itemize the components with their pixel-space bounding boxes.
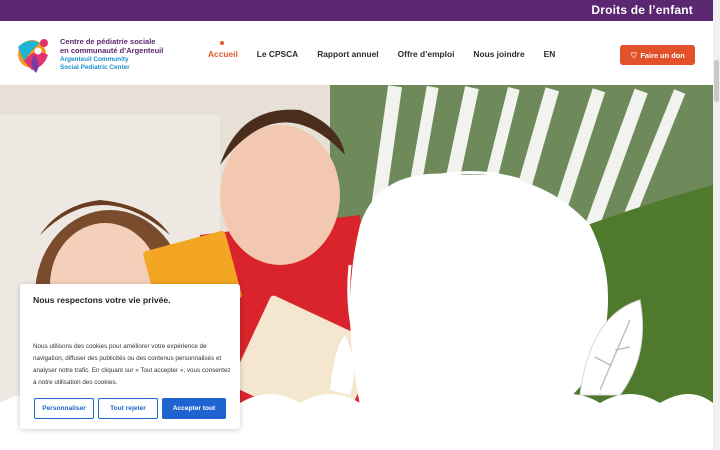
childrens-rights-link[interactable]: Droits de l’enfant — [591, 3, 693, 17]
nav-label: Accueil — [208, 49, 238, 59]
page-scrollbar[interactable] — [713, 0, 720, 450]
logo-line-3: Argenteuil Community — [60, 56, 129, 63]
main-nav: Accueil Le CPSCA Rapport annuel Offre d’… — [208, 41, 574, 59]
logo-line-2: en communauté d’Argenteuil — [60, 46, 164, 55]
cookie-body: Nous utilisons des cookies pour améliore… — [33, 343, 231, 386]
cookie-title: Nous respectons votre vie privée. — [33, 295, 171, 305]
active-dot-icon — [220, 41, 224, 45]
donate-button[interactable]: ♡ Faire un don — [620, 45, 695, 65]
nav-item-le-cpsca[interactable]: Le CPSCA — [257, 49, 298, 59]
nav-item-rapport-annuel[interactable]: Rapport annuel — [317, 49, 378, 59]
donate-label: Faire un don — [640, 50, 685, 60]
scrollbar-thumb[interactable] — [714, 60, 719, 102]
nav-label: EN — [543, 49, 556, 59]
accept-all-button[interactable]: Accepter tout — [162, 398, 226, 419]
nav-label: Nous joindre — [473, 49, 525, 59]
nav-label: Rapport annuel — [317, 49, 379, 59]
heart-icon: ♡ — [630, 50, 638, 60]
logo-icon[interactable] — [14, 35, 54, 75]
top-bar: Droits de l’enfant — [0, 0, 713, 21]
logo-line-4: Social Pediatric Center — [60, 64, 130, 71]
nav-item-nous-joindre[interactable]: Nous joindre — [473, 49, 524, 59]
logo-line-1: Centre de pédiatrie sociale — [60, 37, 156, 46]
nav-item-language-en[interactable]: EN — [544, 49, 556, 59]
cookie-consent-dialog: Nous respectons votre vie privée. Nous u… — [20, 284, 240, 429]
logo-text[interactable]: Centre de pédiatrie sociale en communaut… — [60, 37, 163, 72]
nav-item-accueil[interactable]: Accueil — [208, 41, 238, 59]
nav-item-offre-emploi[interactable]: Offre d’emploi — [398, 49, 455, 59]
nav-label: Le CPSCA — [256, 49, 299, 59]
reject-all-button[interactable]: Tout rejeter — [98, 398, 158, 419]
customize-button[interactable]: Personnaliser — [34, 398, 94, 419]
nav-label: Offre d’emploi — [397, 49, 455, 59]
site-header: Centre de pédiatrie sociale en communaut… — [0, 21, 713, 85]
